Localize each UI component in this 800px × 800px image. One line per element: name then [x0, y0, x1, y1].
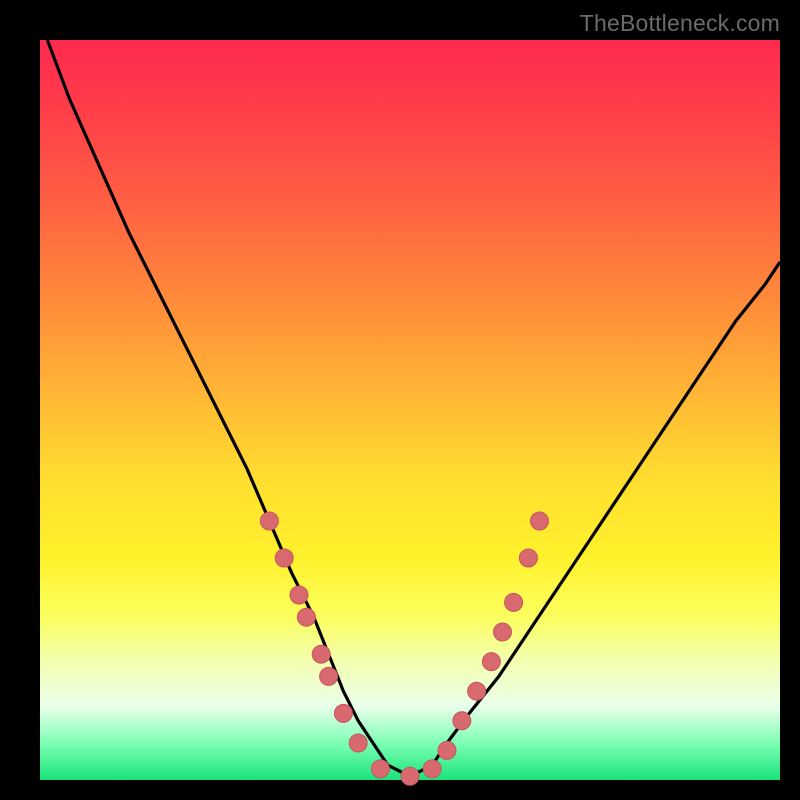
curve-marker — [531, 512, 549, 530]
chart-svg — [40, 40, 780, 780]
curve-markers — [260, 512, 548, 785]
curve-marker — [275, 549, 293, 567]
curve-marker — [423, 760, 441, 778]
curve-marker — [260, 512, 278, 530]
curve-marker — [482, 653, 500, 671]
curve-marker — [334, 704, 352, 722]
plot-area — [40, 40, 780, 780]
curve-marker — [290, 586, 308, 604]
curve-marker — [519, 549, 537, 567]
curve-marker — [401, 767, 419, 785]
curve-line — [47, 40, 780, 776]
curve-marker — [371, 760, 389, 778]
watermark-label: TheBottleneck.com — [580, 10, 780, 37]
bottleneck-curve — [47, 40, 780, 776]
curve-marker — [312, 645, 330, 663]
curve-marker — [297, 608, 315, 626]
curve-marker — [438, 741, 456, 759]
curve-marker — [349, 734, 367, 752]
chart-frame: TheBottleneck.com — [0, 0, 800, 800]
curve-marker — [468, 682, 486, 700]
curve-marker — [320, 667, 338, 685]
curve-marker — [453, 712, 471, 730]
curve-marker — [505, 593, 523, 611]
curve-marker — [494, 623, 512, 641]
